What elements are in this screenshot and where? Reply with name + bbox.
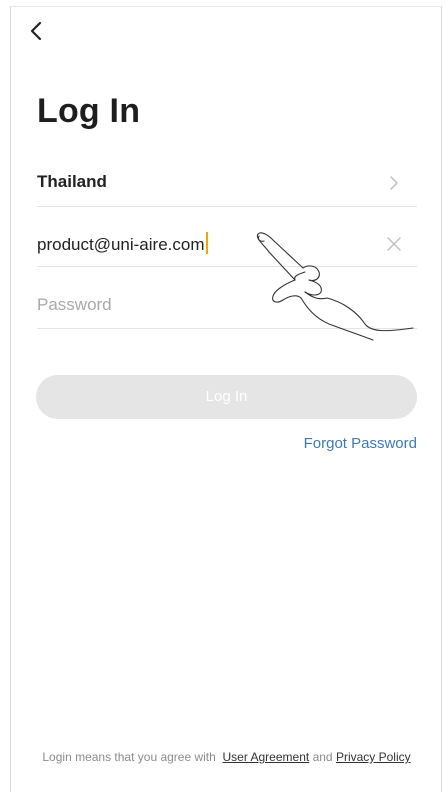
text-cursor	[205, 232, 208, 254]
forgot-password-link[interactable]: Forgot Password	[304, 435, 417, 452]
terms-prefix: Login means that you agree with	[42, 750, 216, 764]
page-title: Log In	[37, 92, 141, 130]
login-button[interactable]: Log In	[36, 375, 417, 419]
chevron-right-icon	[390, 176, 398, 190]
email-text: product@uni-aire.com	[37, 235, 205, 254]
country-label: Thailand	[37, 172, 107, 191]
country-selector[interactable]: Thailand	[37, 162, 417, 207]
privacy-policy-link[interactable]: Privacy Policy	[336, 750, 411, 764]
terms-and: and	[312, 750, 333, 764]
user-agreement-link[interactable]: User Agreement	[223, 750, 310, 764]
back-arrow-icon[interactable]	[26, 20, 48, 42]
email-value: product@uni-aire.com	[37, 232, 208, 255]
hand-pointer-icon	[256, 232, 414, 341]
terms-footer: Login means that you agree with User Agr…	[8, 750, 445, 765]
